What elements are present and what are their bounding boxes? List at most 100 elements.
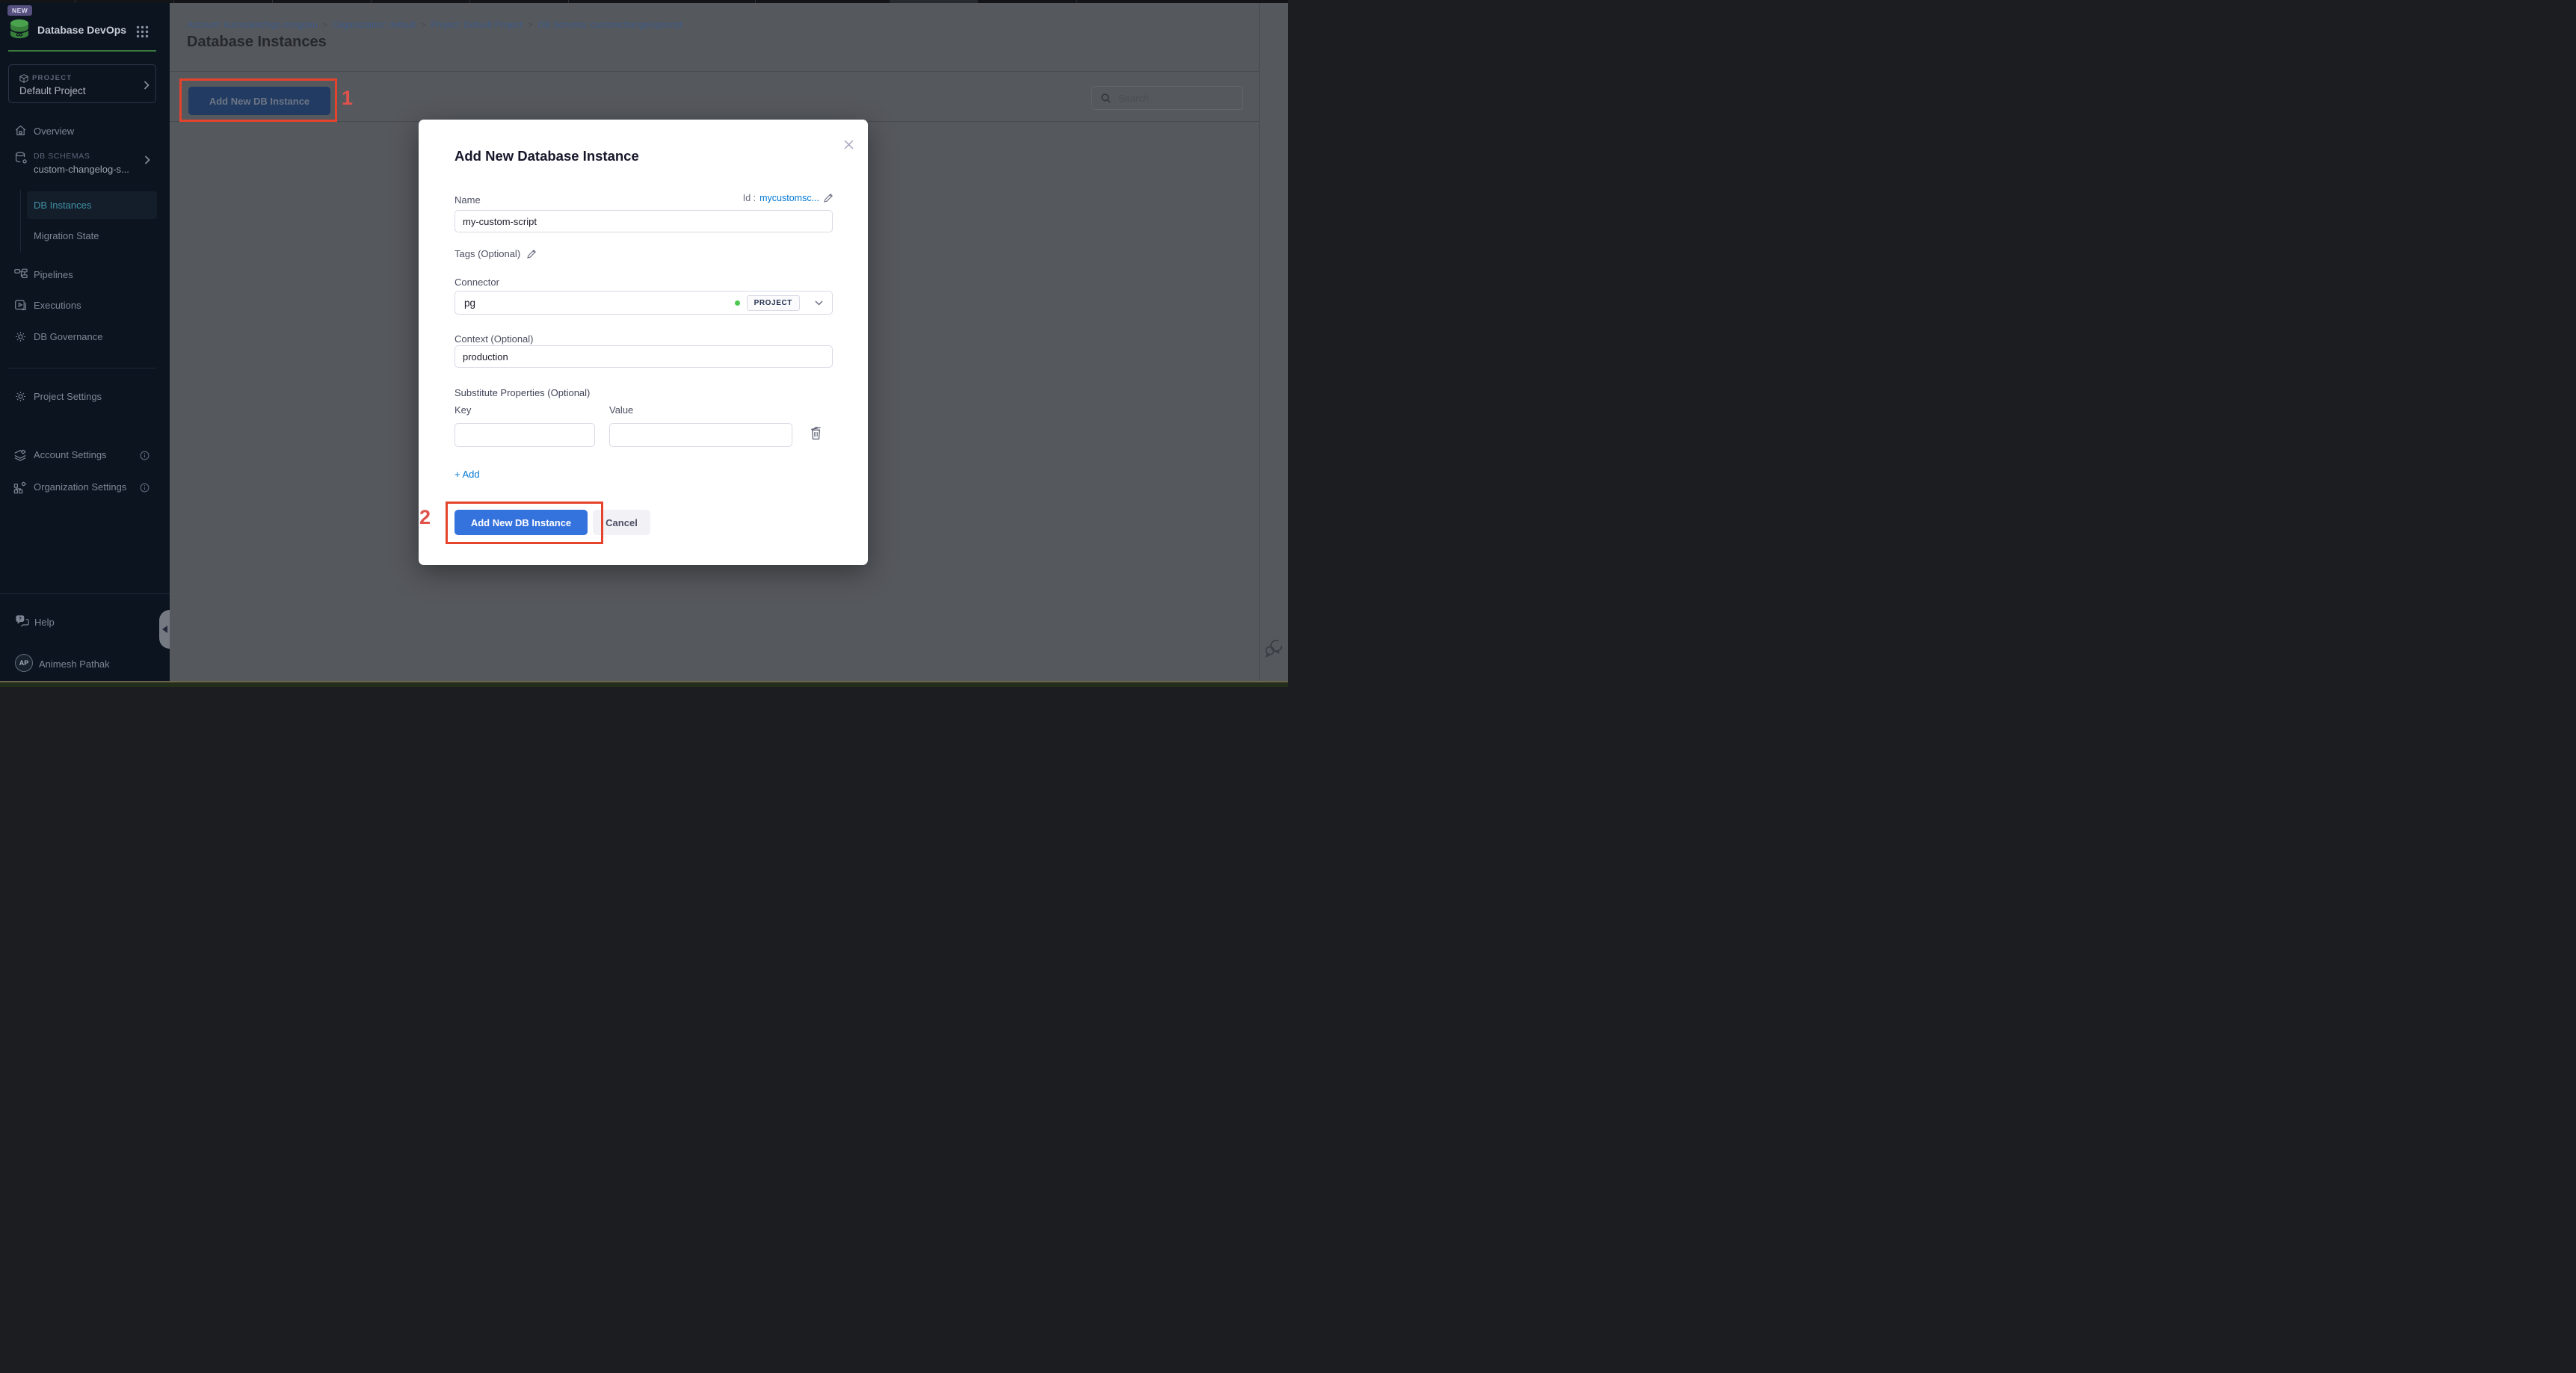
svg-text:?: ? [19, 617, 22, 622]
sidebar-item-db-governance[interactable]: DB Governance [34, 331, 103, 342]
pipelines-icon [14, 268, 28, 283]
browser-tab-divider [371, 0, 372, 3]
help-icon: ? [15, 614, 30, 632]
user-name[interactable]: Animesh Pathak [39, 658, 110, 670]
value-column-label: Value [609, 404, 633, 416]
substitute-properties-label: Substitute Properties (Optional) [455, 387, 590, 398]
context-label: Context (Optional) [455, 333, 534, 345]
name-input[interactable] [455, 210, 833, 232]
substitute-value-input[interactable] [609, 423, 792, 447]
edit-pencil-icon[interactable] [823, 193, 833, 203]
project-settings-icon [14, 390, 27, 407]
db-schemas-icon [14, 151, 28, 169]
sidebar-item-help[interactable]: Help [34, 617, 55, 628]
sidebar-item-organization-settings[interactable]: Organization Settings [34, 481, 126, 493]
id-prefix: Id : [743, 193, 756, 203]
sidebar-divider [0, 593, 170, 594]
project-kicker: PROJECT [32, 74, 72, 82]
cancel-button[interactable]: Cancel [593, 510, 650, 535]
sidebar-collapse-handle[interactable] [159, 610, 170, 649]
sidebar-item-db-schema[interactable]: custom-changelog-s... [34, 164, 129, 175]
chevron-right-icon [144, 80, 150, 93]
edit-pencil-icon[interactable] [526, 249, 537, 259]
tags-label: Tags (Optional) [455, 248, 520, 259]
organization-settings-icon [13, 481, 27, 498]
breadcrumb-organization[interactable]: Organization: default [333, 19, 416, 30]
chevron-down-icon [815, 300, 823, 306]
browser-tab-divider [75, 0, 76, 3]
sidebar-item-db-instances[interactable]: DB Instances [27, 191, 157, 219]
chevron-right-icon [144, 155, 150, 168]
new-badge: NEW [7, 5, 32, 16]
browser-tab-divider [469, 0, 470, 3]
add-db-instance-toolbar-button[interactable]: Add New DB Instance [188, 87, 330, 115]
delete-row-trash-icon[interactable] [810, 425, 822, 444]
add-db-instance-submit-button[interactable]: Add New DB Instance [455, 510, 588, 535]
breadcrumb-separator: > [421, 21, 425, 30]
project-name: Default Project [19, 85, 86, 96]
chat-support-icon[interactable] [1263, 638, 1284, 661]
db-schemas-kicker: DB SCHEMAS [34, 152, 90, 161]
search-input[interactable] [1118, 93, 1230, 104]
step-1-number: 1 [342, 87, 353, 110]
sidebar-item-account-settings[interactable]: Account Settings [34, 449, 107, 460]
connector-status-dot [735, 300, 740, 306]
add-substitute-row-link[interactable]: + Add [455, 469, 480, 480]
db-governance-icon [14, 330, 27, 347]
modal-title: Add New Database Instance [455, 148, 639, 164]
search-icon [1100, 93, 1112, 104]
browser-tab-divider [568, 0, 569, 3]
sidebar-item-migration-state[interactable]: Migration State [34, 230, 99, 241]
instance-id-link[interactable]: mycustomsc... [759, 193, 819, 203]
app-window: NEW ∞ Database DevOps PRO [0, 0, 1288, 687]
sidebar-item-pipelines[interactable]: Pipelines [34, 269, 73, 280]
db-instances-label: DB Instances [34, 200, 91, 211]
database-devops-logo-icon: ∞ [7, 17, 31, 45]
right-rail-divider [1259, 3, 1260, 681]
breadcrumb-db-schema[interactable]: DB Schema: customchangelogscript [538, 19, 682, 30]
browser-tab-divider [755, 0, 756, 3]
project-selector[interactable]: PROJECT Default Project [8, 64, 156, 103]
sidebar-item-overview[interactable]: Overview [34, 126, 74, 137]
browser-tab-divider [173, 0, 174, 3]
info-icon[interactable] [140, 483, 150, 496]
account-settings-icon [13, 448, 27, 466]
sidebar-item-project-settings[interactable]: Project Settings [34, 391, 102, 402]
app-title: Database DevOps [37, 24, 126, 36]
module-grid-icon[interactable] [136, 25, 149, 42]
substitute-key-input[interactable] [455, 423, 595, 447]
page-title: Database Instances [187, 34, 327, 51]
connector-select[interactable]: pg PROJECT [455, 291, 833, 315]
context-input[interactable] [455, 345, 833, 368]
browser-tab-segment [890, 0, 978, 3]
breadcrumb-separator: > [528, 21, 532, 30]
breadcrumb-separator: > [323, 21, 327, 30]
name-label: Name [455, 194, 481, 206]
sidebar: NEW ∞ Database DevOps PRO [0, 3, 170, 681]
browser-tab-divider [272, 0, 273, 3]
instance-id-row: Id : mycustomsc... [743, 193, 833, 203]
breadcrumb: Account: kurosakiichigo.songoku > Organiza… [187, 19, 682, 30]
header-divider [170, 71, 1259, 72]
search-input-container [1091, 86, 1243, 110]
connector-value: pg [464, 297, 735, 309]
user-avatar[interactable]: AP [15, 654, 33, 672]
tags-label-row: Tags (Optional) [455, 248, 537, 259]
subnav-indent-line [20, 190, 21, 253]
close-icon[interactable] [843, 139, 854, 154]
info-icon[interactable] [140, 451, 150, 464]
avatar-initials: AP [19, 659, 29, 667]
browser-tab-divider [1076, 0, 1077, 3]
add-db-instance-modal: Add New Database Instance Name Id : mycu… [419, 120, 868, 565]
connector-label: Connector [455, 277, 499, 288]
executions-icon [14, 299, 27, 315]
svg-text:∞: ∞ [16, 28, 22, 40]
brand-divider [8, 50, 156, 52]
home-icon [14, 124, 27, 141]
breadcrumb-account[interactable]: Account: kurosakiichigo.songoku [187, 19, 318, 30]
key-column-label: Key [455, 404, 471, 416]
step-2-number: 2 [419, 506, 431, 529]
browser-tab-strip [0, 0, 1288, 3]
sidebar-item-executions[interactable]: Executions [34, 300, 81, 311]
breadcrumb-project[interactable]: Project: Default Project [431, 19, 523, 30]
